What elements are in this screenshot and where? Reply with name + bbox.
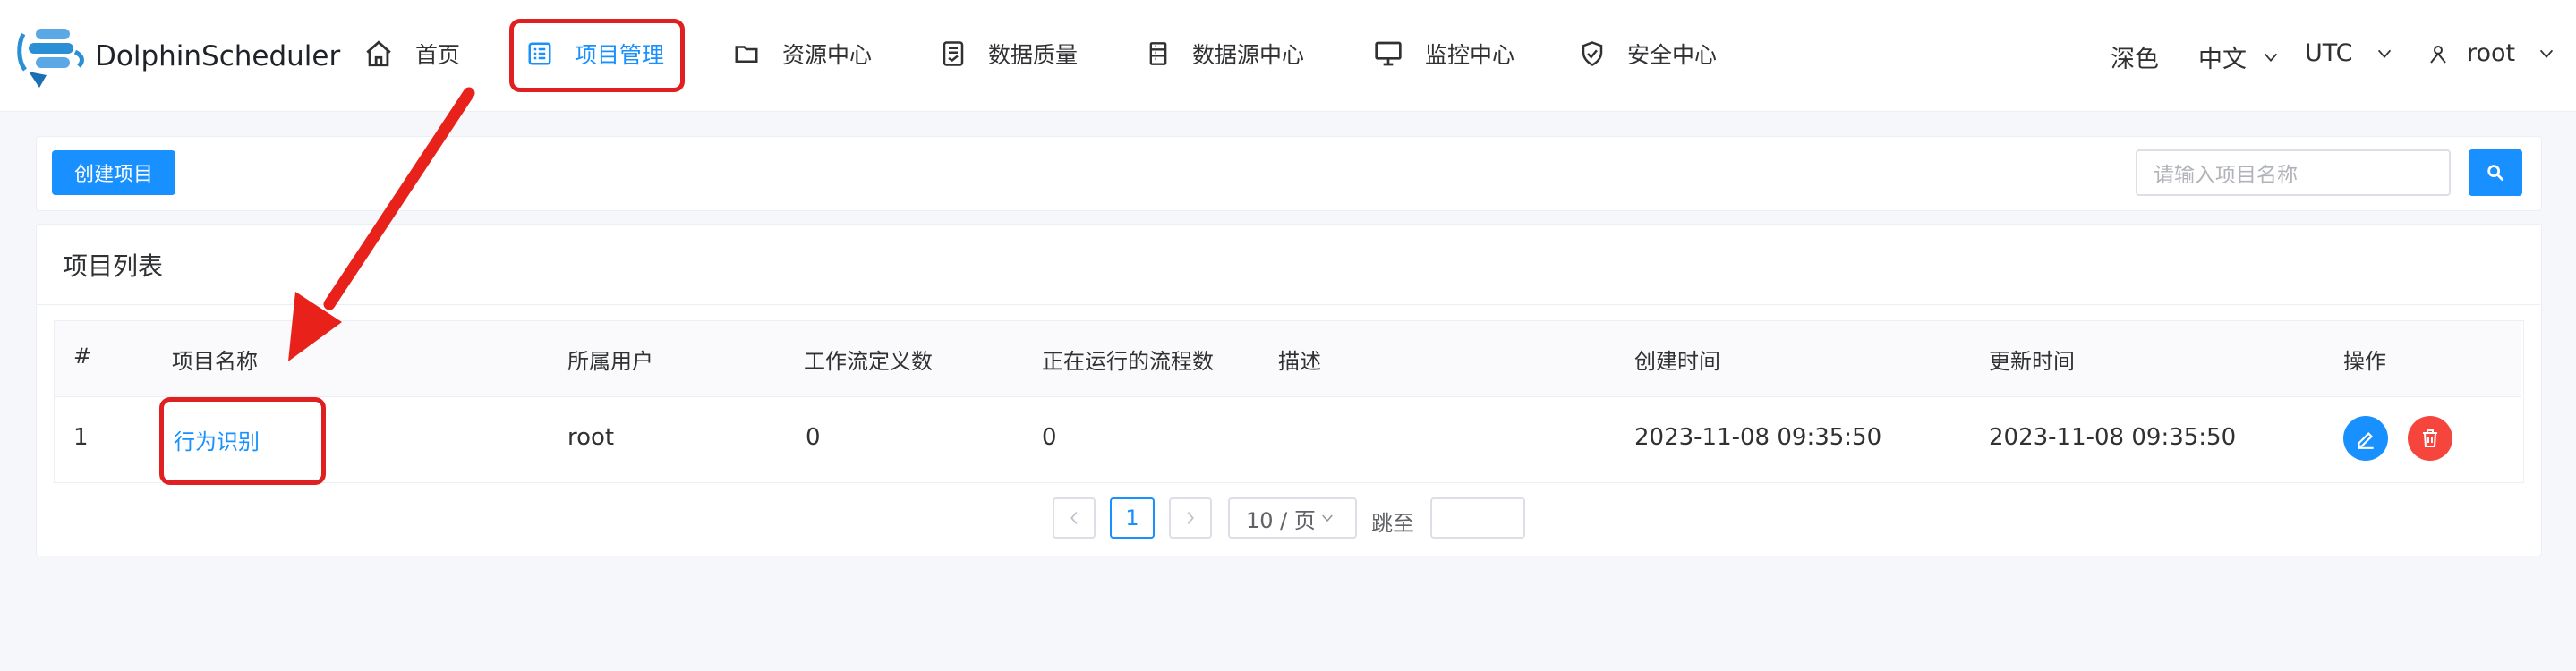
annotation-arrow	[288, 87, 475, 361]
